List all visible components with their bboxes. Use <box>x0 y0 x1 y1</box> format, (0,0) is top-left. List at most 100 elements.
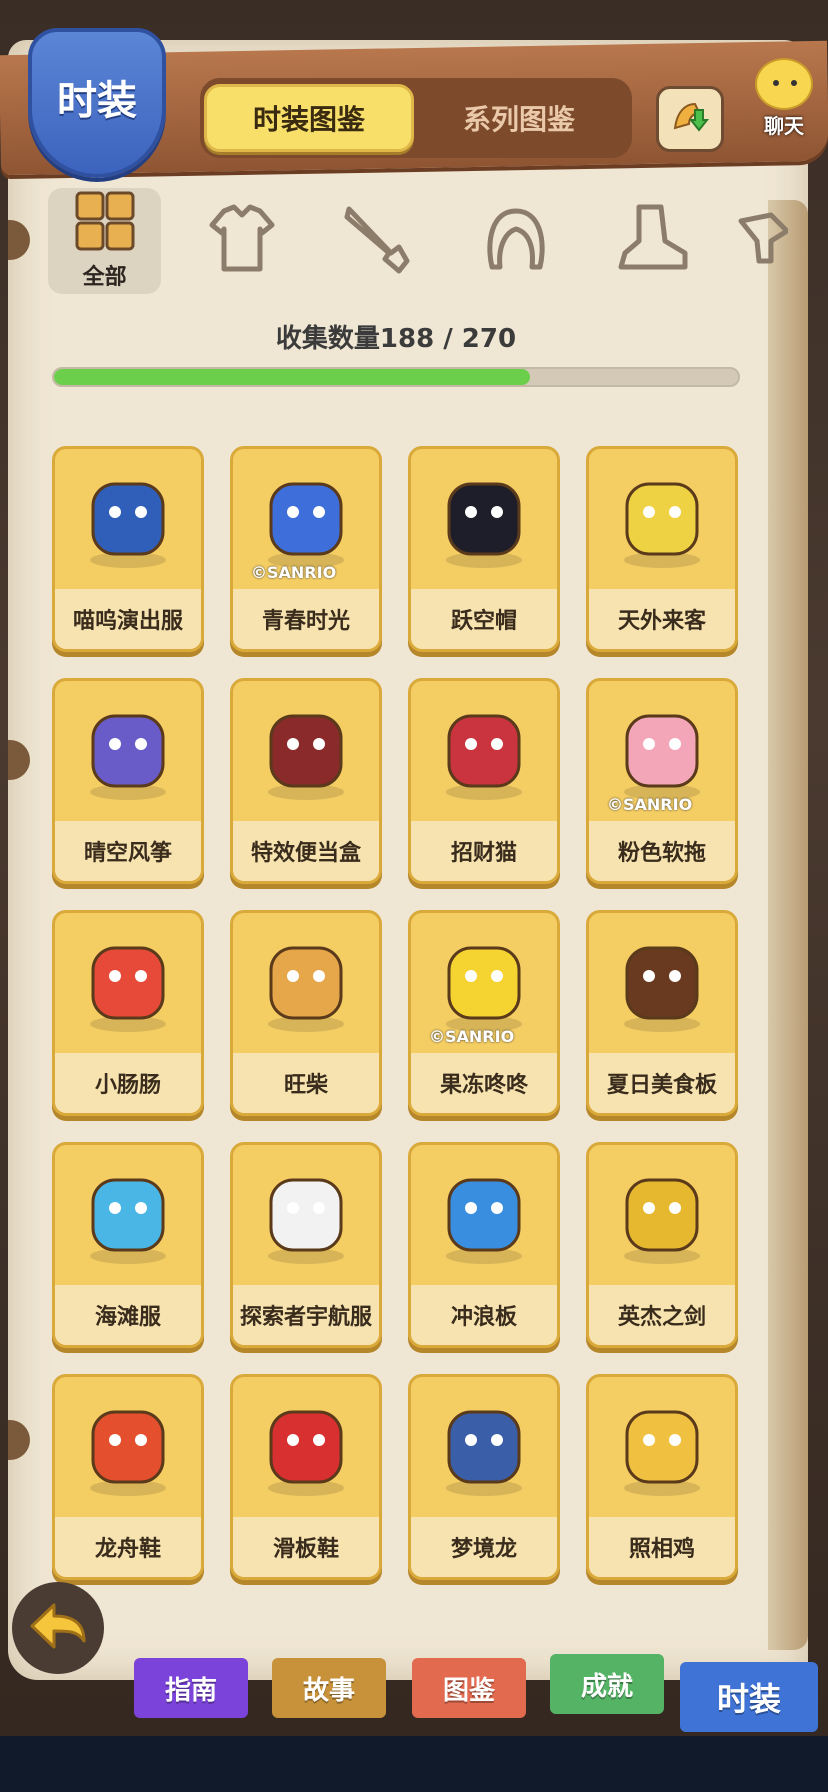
category-pet[interactable] <box>734 188 788 294</box>
tab-fashion-catalog[interactable]: 时装图鉴 <box>204 84 414 152</box>
knife-icon <box>341 201 417 281</box>
category-clothes[interactable] <box>185 188 298 294</box>
ufo-hat-icon <box>411 449 557 589</box>
collection-count: 收集数量188 / 270 <box>275 324 517 354</box>
item-name: 青春时光 <box>233 589 379 649</box>
grid-icon <box>75 191 135 255</box>
fashion-item-card[interactable]: 滑板鞋 <box>230 1374 382 1580</box>
pet-icon <box>734 201 788 281</box>
nav-story[interactable]: 故事 <box>272 1658 386 1718</box>
copyright-label: ©SANRIO <box>251 563 337 582</box>
fashion-item-card[interactable]: 招财猫 <box>408 678 560 884</box>
arm-up-icon <box>667 94 713 144</box>
item-name: 特效便当盒 <box>233 821 379 881</box>
beach-shirt-icon <box>55 1145 201 1285</box>
fashion-item-grid: 喵呜演出服 ©SANRIO 青春时光 跃空帽 天外来客晴空风筝 特效便当盒 招财猫 ©SANR… <box>52 446 742 1580</box>
fashion-item-card[interactable]: 照相鸡 <box>586 1374 738 1580</box>
fashion-item-card[interactable]: 晴空风筝 <box>52 678 204 884</box>
progress-track <box>52 367 740 387</box>
item-name: 旺柴 <box>233 1053 379 1113</box>
bento-icon <box>233 681 379 821</box>
kite-icon <box>55 681 201 821</box>
space-capsule-icon <box>589 449 735 589</box>
category-bar: 全部 <box>48 186 788 296</box>
nav-catalog[interactable]: 图鉴 <box>412 1658 526 1718</box>
binder-ring <box>8 220 30 260</box>
category-shoes[interactable] <box>597 188 710 294</box>
header-tabs: 时装图鉴 系列图鉴 <box>200 78 632 158</box>
fashion-item-card[interactable]: 旺柴 <box>230 910 382 1116</box>
fashion-item-card[interactable]: 梦境龙 <box>408 1374 560 1580</box>
sausage-icon <box>55 913 201 1053</box>
item-name: 招财猫 <box>411 821 557 881</box>
fashion-item-card[interactable]: ©SANRIO 果冻咚咚 <box>408 910 560 1116</box>
item-name: 小肠肠 <box>55 1053 201 1113</box>
collection-progress: 收集数量188 / 270 <box>52 318 740 387</box>
fashion-item-card[interactable]: 夏日美食板 <box>586 910 738 1116</box>
bottom-strip <box>0 1736 828 1792</box>
chat-label: 聊天 <box>764 114 804 138</box>
nav-guide[interactable]: 指南 <box>134 1658 248 1718</box>
nav-achievements[interactable]: 成就 <box>550 1654 664 1714</box>
fashion-item-card[interactable]: 海滩服 <box>52 1142 204 1348</box>
lucky-cat-icon <box>411 681 557 821</box>
spacesuit-icon <box>233 1145 379 1285</box>
category-all[interactable]: 全部 <box>48 188 162 294</box>
fashion-item-card[interactable]: 天外来客 <box>586 446 738 652</box>
fashion-item-card[interactable]: 探索者宇航服 <box>230 1142 382 1348</box>
bottom-nav: 指南 故事 图鉴 成就 时装 <box>120 1640 828 1740</box>
dream-dragon-icon <box>411 1377 557 1517</box>
binder-ring <box>8 740 30 780</box>
item-name: 探索者宇航服 <box>233 1285 379 1345</box>
item-name: 夏日美食板 <box>589 1053 735 1113</box>
fashion-item-card[interactable]: ©SANRIO 粉色软拖 <box>586 678 738 884</box>
fashion-item-card[interactable]: 喵呜演出服 <box>52 446 204 652</box>
item-name: 冲浪板 <box>411 1285 557 1345</box>
copyright-label: ©SANRIO <box>607 795 693 814</box>
item-name: 天外来客 <box>589 589 735 649</box>
category-hair[interactable] <box>460 188 573 294</box>
fashion-item-card[interactable]: 特效便当盒 <box>230 678 382 884</box>
tab-series-catalog[interactable]: 系列图鉴 <box>414 84 624 152</box>
item-name: 喵呜演出服 <box>55 589 201 649</box>
item-name: 照相鸡 <box>589 1517 735 1577</box>
page-edge <box>768 200 808 1650</box>
fashion-item-card[interactable]: 小肠肠 <box>52 910 204 1116</box>
item-name: 粉色软拖 <box>589 821 735 881</box>
progress-fill <box>54 369 531 385</box>
food-board-icon <box>589 913 735 1053</box>
dragon-shoe-icon <box>55 1377 201 1517</box>
nav-fashion[interactable]: 时装 <box>680 1662 818 1732</box>
sneaker-icon <box>233 1377 379 1517</box>
chat-button[interactable]: 聊天 <box>742 58 826 138</box>
fashion-item-card[interactable]: 龙舟鞋 <box>52 1374 204 1580</box>
item-name: 跃空帽 <box>411 589 557 649</box>
shirt-icon <box>204 201 280 281</box>
fashion-item-card[interactable]: 冲浪板 <box>408 1142 560 1348</box>
item-name: 英杰之剑 <box>589 1285 735 1345</box>
surfboard-icon <box>411 1145 557 1285</box>
hair-icon <box>478 201 554 281</box>
binder-ring <box>8 1420 30 1460</box>
item-name: 海滩服 <box>55 1285 201 1345</box>
item-name: 晴空风筝 <box>55 821 201 881</box>
fashion-item-card[interactable]: 跃空帽 <box>408 446 560 652</box>
item-name: 果冻咚咚 <box>411 1053 557 1113</box>
fashion-item-card[interactable]: 英杰之剑 <box>586 1142 738 1348</box>
shiba-icon <box>233 913 379 1053</box>
back-button[interactable] <box>12 1582 104 1674</box>
back-arrow-icon <box>28 1601 88 1655</box>
item-name: 龙舟鞋 <box>55 1517 201 1577</box>
camera-chicken-icon <box>589 1377 735 1517</box>
upgrade-button[interactable] <box>656 86 724 152</box>
jacket-icon <box>55 449 201 589</box>
copyright-label: ©SANRIO <box>429 1027 515 1046</box>
fashion-badge: 时装 <box>28 28 166 178</box>
category-handheld[interactable] <box>322 188 435 294</box>
chat-face-icon <box>755 58 813 110</box>
fashion-item-card[interactable]: ©SANRIO 青春时光 <box>230 446 382 652</box>
item-name: 滑板鞋 <box>233 1517 379 1577</box>
sword-icon <box>589 1145 735 1285</box>
shoe-icon <box>615 201 691 281</box>
category-label: 全部 <box>82 265 127 290</box>
